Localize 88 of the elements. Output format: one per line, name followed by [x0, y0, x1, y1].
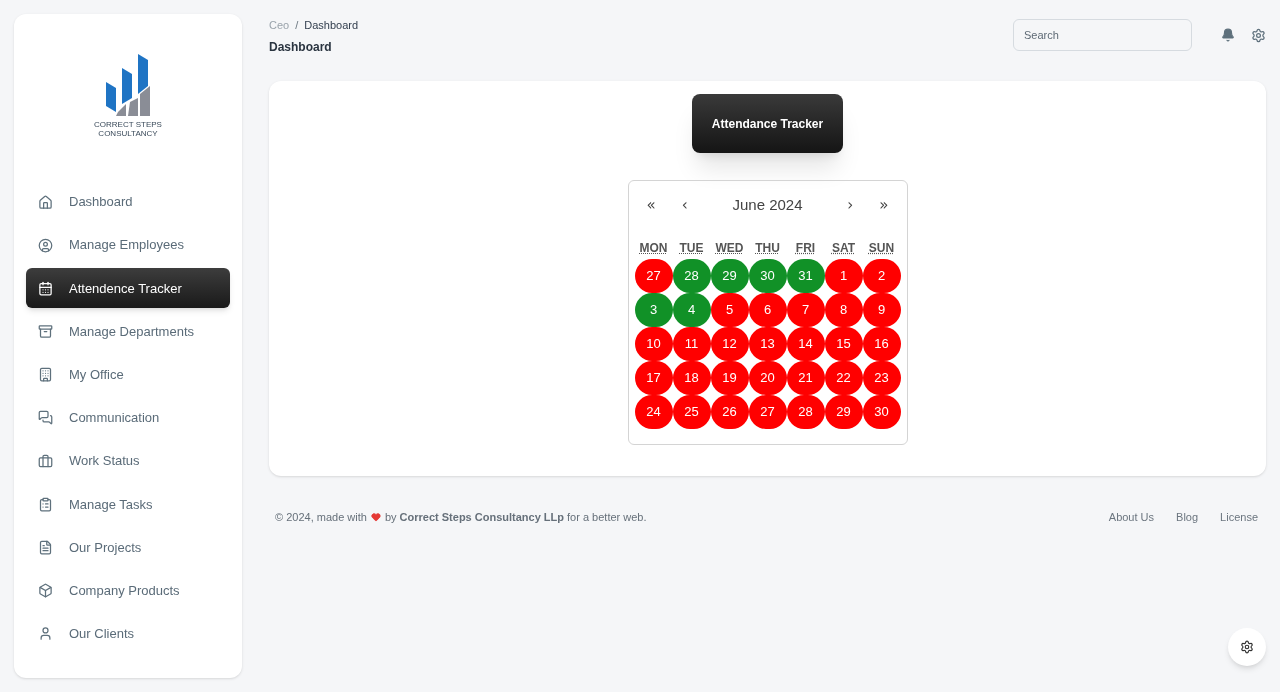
- bell-icon[interactable]: [1221, 28, 1235, 42]
- calendar-icon: [38, 280, 53, 296]
- calendar-day[interactable]: 10: [634, 327, 673, 361]
- breadcrumb-link[interactable]: Ceo: [269, 17, 290, 34]
- calendar-day[interactable]: 6: [748, 293, 787, 327]
- calendar-day[interactable]: 18: [672, 361, 711, 395]
- attendance-tracker-button[interactable]: Attendance Tracker: [692, 94, 843, 153]
- calendar-day[interactable]: 9: [862, 293, 901, 327]
- footer-link[interactable]: About Us: [1108, 509, 1155, 526]
- month-label[interactable]: June 2024: [687, 193, 848, 217]
- settings-icon: [1240, 640, 1254, 654]
- calendar-day[interactable]: 19: [710, 361, 749, 395]
- calendar-day[interactable]: 20: [748, 361, 787, 395]
- sidebar-item[interactable]: Attendence Tracker: [26, 268, 230, 309]
- person-icon: [38, 626, 53, 642]
- previous-button[interactable]: ‹: [681, 193, 688, 217]
- calendar-day[interactable]: 16: [862, 327, 901, 361]
- calendar-day[interactable]: 8: [824, 293, 863, 327]
- sidebar-item[interactable]: Manage Departments: [26, 311, 230, 352]
- archive-icon: [38, 324, 53, 340]
- search-field[interactable]: Search: [1013, 19, 1192, 51]
- calendar-day[interactable]: 2: [862, 259, 901, 293]
- settings-button[interactable]: [1228, 628, 1266, 666]
- calendar-day[interactable]: 14: [786, 327, 825, 361]
- calendar-day[interactable]: 17: [634, 361, 673, 395]
- settings-icon[interactable]: [1251, 27, 1266, 43]
- calendar-day[interactable]: 23: [862, 361, 901, 395]
- weekday-label: SUN: [868, 240, 895, 257]
- calendar-day[interactable]: 27: [748, 395, 787, 429]
- sidebar-item[interactable]: Manage Tasks: [26, 484, 230, 525]
- chat-bubbles-icon: [38, 410, 53, 426]
- calendar-day[interactable]: 26: [710, 395, 749, 429]
- calendar-day[interactable]: 30: [748, 259, 787, 293]
- sidebar-item[interactable]: My Office: [26, 354, 230, 395]
- logo-text: CORRECT STEPS: [94, 120, 162, 129]
- logo-icon: [104, 54, 152, 116]
- calendar-day[interactable]: 15: [824, 327, 863, 361]
- sidebar-item[interactable]: Communication: [26, 397, 230, 438]
- calendar-day[interactable]: 7: [786, 293, 825, 327]
- first-button[interactable]: «: [646, 193, 656, 217]
- calendar-day[interactable]: 24: [634, 395, 673, 429]
- footer-text: by Correct Steps Consultancy LLp for a better web.: [384, 510, 647, 525]
- sidebar-item[interactable]: Our Projects: [26, 527, 230, 568]
- calendar-day[interactable]: 12: [710, 327, 749, 361]
- sidebar-item[interactable]: Manage Employees: [26, 225, 230, 266]
- weekday-label: TUE: [679, 240, 704, 257]
- calendar-day[interactable]: 21: [786, 361, 825, 395]
- calendar-day[interactable]: 31: [786, 259, 825, 293]
- calendar-day[interactable]: 27: [634, 259, 673, 293]
- calendar-day[interactable]: 3: [634, 293, 673, 327]
- footer-text: © 2024, made with: [275, 510, 367, 525]
- sidebar-item[interactable]: Our Clients: [26, 613, 230, 654]
- house-icon: [38, 194, 53, 210]
- clipboard-icon: [38, 496, 53, 512]
- calendar-day[interactable]: 5: [710, 293, 749, 327]
- calendar-day[interactable]: 11: [672, 327, 711, 361]
- weekday-label: WED: [715, 240, 744, 257]
- weekday-label: FRI: [795, 240, 816, 257]
- calendar-day[interactable]: 28: [786, 395, 825, 429]
- last-button[interactable]: »: [879, 193, 889, 217]
- calendar-day[interactable]: 29: [824, 395, 863, 429]
- cube-icon: [38, 583, 53, 599]
- sidebar-item[interactable]: Work Status: [26, 441, 230, 482]
- sidebar-item[interactable]: Dashboard: [26, 182, 230, 222]
- calendar-day[interactable]: 29: [710, 259, 749, 293]
- calendar-day[interactable]: 28: [672, 259, 711, 293]
- calendar-day[interactable]: 4: [672, 293, 711, 327]
- sidebar-item[interactable]: Company Products: [26, 570, 230, 611]
- briefcase-icon: [38, 453, 53, 469]
- weekday-label: SAT: [831, 240, 856, 257]
- next-button[interactable]: ›: [847, 193, 854, 217]
- calendar-day[interactable]: 13: [748, 327, 787, 361]
- weekday-label: MON: [639, 240, 668, 257]
- footer-link[interactable]: Blog: [1176, 509, 1199, 526]
- building-icon: [38, 367, 53, 383]
- footer-link[interactable]: License: [1220, 509, 1258, 526]
- calendar-day[interactable]: 1: [824, 259, 863, 293]
- calendar-day[interactable]: 22: [824, 361, 863, 395]
- breadcrumb-current: Dashboard: [304, 18, 359, 33]
- document-icon: [38, 540, 53, 555]
- heart-icon: [370, 512, 381, 523]
- breadcrumb-separator: /: [295, 18, 299, 33]
- user-circle-icon: [38, 237, 53, 253]
- page-title: Dashboard: [269, 38, 333, 56]
- weekday-label: THU: [755, 240, 780, 257]
- logo-text: CONSULTANCY: [98, 129, 158, 138]
- calendar-day[interactable]: 25: [672, 395, 711, 429]
- calendar-day[interactable]: 30: [862, 395, 901, 429]
